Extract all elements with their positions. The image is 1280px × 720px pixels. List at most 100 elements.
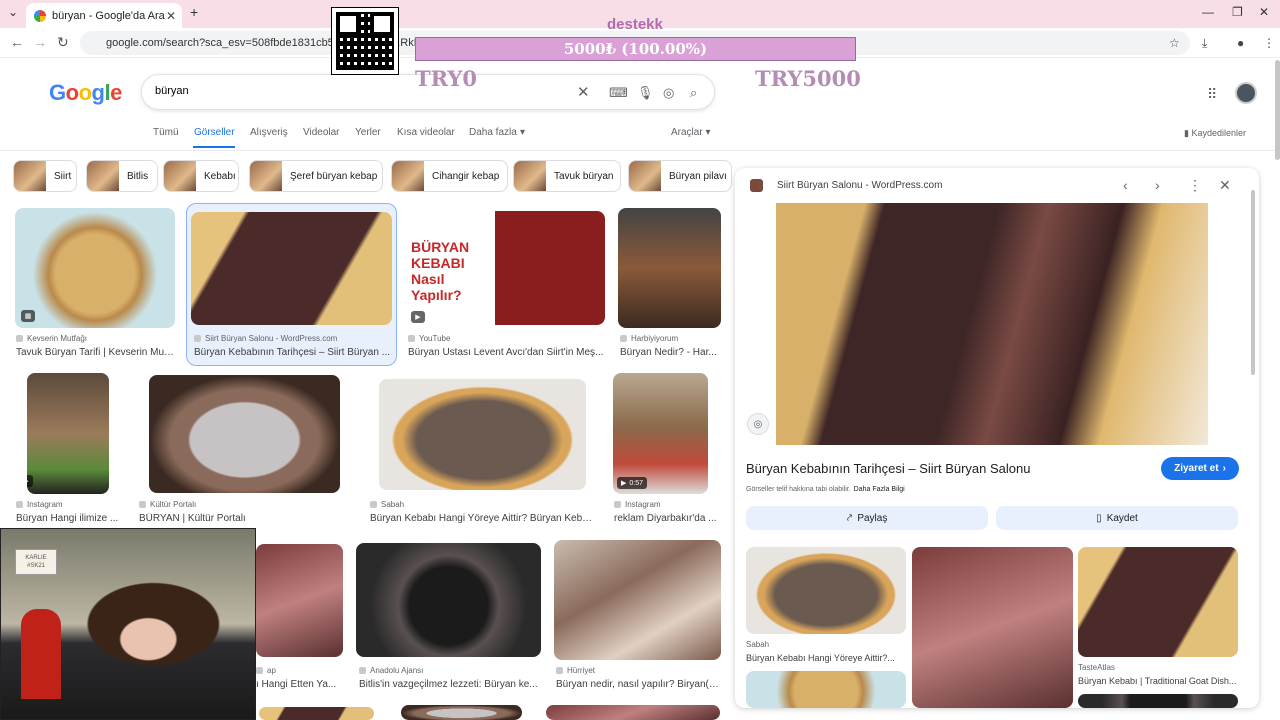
reload-icon[interactable]: ↻ [57,34,69,51]
close-tab-icon[interactable]: ✕ [166,9,176,23]
panel-scrollbar[interactable] [1251,190,1255,375]
clear-icon[interactable]: ✕ [577,83,590,101]
result-image[interactable] [149,375,340,493]
result-caption[interactable]: BÜRYAN | Kültür Portalı [139,513,339,524]
result-caption[interactable]: Büryan Kebabı Hangi Yöreye Aittir? Bürya… [370,513,596,524]
result-caption[interactable]: Büryan Ustası Levent Avcı'dan Siirt'in M… [408,347,604,358]
result-caption[interactable]: Büryan Nedir? - Har... [620,347,720,358]
close-panel-icon[interactable]: ✕ [1219,177,1231,194]
tab-shopping[interactable]: Alışveriş [250,127,288,138]
result-image[interactable] [256,544,343,657]
google-logo[interactable]: Google [49,80,122,106]
restore-icon[interactable]: ❐ [1232,5,1243,19]
previous-icon[interactable]: ‹ [1123,177,1128,193]
more-info-link[interactable]: Daha Fazla Bilgi [854,486,905,493]
save-button[interactable]: ▯ Kaydet [996,506,1238,530]
more-options-icon[interactable]: ⋮ [1188,177,1202,194]
search-icon[interactable]: ⌕ [690,85,697,101]
result-image[interactable]: ▶ 0:57 [613,373,708,494]
google-logo-text: Google [49,80,122,105]
close-window-icon[interactable]: ✕ [1259,5,1269,19]
result-caption[interactable]: Büryan Kebabının Tarihçesi – Siirt Bürya… [194,347,392,358]
result-image[interactable]: BÜRYAN KEBABI Nasıl Yapılır? ▶ [405,211,605,325]
copyright-notice: Görseller telif hakkına tabi olabilir. Da… [746,486,905,493]
chip-kebabi[interactable]: Kebabı [163,160,239,192]
profile-icon[interactable]: ● [1237,36,1244,50]
chip-siirt[interactable]: Siirt [13,160,77,192]
related-caption[interactable]: Büryan Kebabı Hangi Yöreye Aittir?... [746,653,906,663]
tab-videos[interactable]: Videolar [303,127,340,138]
result-caption[interactable]: Büryan nedir, nasıl yapılır? Biryan(b... [556,679,720,690]
menu-icon[interactable]: ⋮ [1263,36,1275,50]
result-image[interactable] [546,705,720,720]
more-chevron-icon: ▾ [520,127,526,138]
result-caption[interactable]: Büryan Hangi ilimize ... [16,513,124,524]
back-icon[interactable]: ← [10,34,24,50]
lens-search-icon[interactable]: ◎ [747,413,769,435]
panel-source[interactable]: Siirt Büryan Salonu - WordPress.com [777,180,942,191]
result-image[interactable] [379,379,586,490]
thumbnail-title-text: BÜRYAN KEBABI Nasıl Yapılır? [411,239,470,303]
result-image[interactable] [554,540,721,660]
result-caption[interactable]: reklam Diyarbakır'da ... [614,513,720,524]
search-input[interactable] [155,85,455,97]
chip-label: Siirt [54,170,72,182]
share-button[interactable]: ⤤ Paylaş [746,506,988,530]
keyboard-icon[interactable]: ⌨ [609,85,628,101]
tab-more[interactable]: Daha fazla [469,127,517,138]
result-image[interactable] [356,543,541,657]
browser-tab[interactable]: büryan - Google'da Ara ✕ [26,3,182,28]
result-image[interactable] [618,208,721,328]
panel-title[interactable]: Büryan Kebabının Tarihçesi – Siirt Bürya… [746,461,1030,476]
result-image[interactable] [401,705,522,720]
chip-label: Tavuk büryan [554,170,614,182]
copyright-text: Görseller telif hakkına tabi olabilir. [746,486,851,493]
video-duration-badge: ▶ 0:57 [617,477,648,489]
related-image[interactable] [746,671,906,708]
tab-all[interactable]: Tümü [153,127,179,138]
visit-label: Ziyaret et [1174,463,1219,474]
chip-tavuk-buryan[interactable]: Tavuk büryan [513,160,621,192]
microphone-icon[interactable]: 🎙 [637,85,654,101]
download-icon[interactable]: ⤓ [1202,36,1207,51]
bookmark-star-icon[interactable]: ☆ [1169,36,1180,50]
forward-icon[interactable]: → [33,34,47,50]
apps-grid-icon[interactable]: ⠿ [1207,86,1217,103]
next-icon[interactable]: › [1155,177,1160,193]
page-scrollbar[interactable] [1275,60,1280,160]
preview-image[interactable] [776,203,1208,445]
saved-button[interactable]: ▮ Kaydedilenler [1184,128,1246,139]
related-caption[interactable]: Büryan Kebabı | Traditional Goat Dish... [1078,676,1238,686]
result-caption[interactable]: ı Hangi Etten Ya... [256,679,343,690]
related-image[interactable] [746,547,906,634]
active-tab-indicator [193,146,235,148]
saved-label: Kaydedilenler [1191,128,1246,138]
qr-code-image [331,7,399,75]
related-image[interactable] [1078,694,1238,708]
lens-icon[interactable]: ◎ [663,85,674,101]
chip-cihangir-kebap[interactable]: Cihangir kebap [391,160,508,192]
result-image[interactable] [259,707,374,720]
chip-buryan-pilavi[interactable]: Büryan pilavı [628,160,732,192]
tab-list-icon[interactable]: ⌄ [8,5,18,19]
visit-button[interactable]: Ziyaret et › [1161,457,1239,480]
result-caption[interactable]: Tavuk Büryan Tarifi | Kevserin Mutf... [16,347,176,358]
chip-bitlis[interactable]: Bitlis [86,160,158,192]
result-source: Hürriyet [556,666,720,675]
tab-short-videos[interactable]: Kısa videolar [397,127,455,138]
result-image[interactable]: ▶ [27,373,109,494]
related-image[interactable] [1078,547,1238,657]
account-avatar[interactable] [1235,82,1257,104]
result-caption[interactable]: Bitlis'in vazgeçilmez lezzeti: Büryan ke… [359,679,541,690]
new-tab-icon[interactable]: + [190,4,198,20]
tools-button[interactable]: Araçlar ▾ [671,127,711,138]
result-image[interactable] [191,212,392,325]
chip-seref-buryan-kebap[interactable]: Şeref büryan kebap [249,160,383,192]
minimize-icon[interactable]: — [1202,5,1214,19]
tab-images[interactable]: Görseller [194,127,235,138]
tab-places[interactable]: Yerler [355,127,381,138]
chip-thumbnail [14,161,46,191]
chevron-right-icon: › [1222,463,1226,474]
result-image[interactable]: ▦ [15,208,175,328]
related-image[interactable] [912,547,1073,708]
